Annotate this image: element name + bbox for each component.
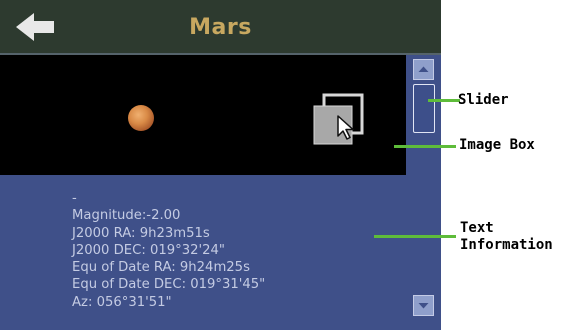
equ-date-ra-line: Equ of Date RA: 9h24m25s	[72, 260, 250, 276]
scroll-down-icon	[418, 303, 429, 309]
expand-view-icon[interactable]	[312, 92, 366, 146]
info-line: -	[72, 191, 77, 206]
image-box-callout-line	[394, 145, 456, 148]
planet-mars-image	[128, 105, 154, 131]
scroll-up-icon	[418, 66, 429, 72]
page-title: Mars	[189, 15, 252, 40]
text-info-callout-line	[374, 235, 456, 238]
title-bar: Mars	[0, 0, 441, 55]
slider-callout-label: Slider	[458, 92, 509, 108]
text-info-callout-label-2: Information	[460, 237, 553, 253]
vertical-scrollbar[interactable]	[406, 55, 441, 330]
magnitude-line: Magnitude:-2.00	[72, 208, 181, 224]
scroll-up-button[interactable]	[413, 59, 434, 80]
equ-date-dec-line: Equ of Date DEC: 019°31'45"	[72, 277, 266, 293]
slider-callout-line	[428, 99, 460, 102]
image-box	[0, 55, 406, 175]
text-info-callout-label-1: Text	[460, 220, 494, 236]
azimuth-line: Az: 056°31'51"	[72, 294, 172, 310]
text-information: - Magnitude:-2.00 J2000 RA: 9h23m51s J20…	[72, 190, 402, 311]
device-screen: Mars - Magnitude:-2.00 J2000 RA: 9h23m51…	[0, 0, 441, 330]
scrollbar-slider[interactable]	[413, 84, 435, 133]
j2000-dec-line: J2000 DEC: 019°32'24"	[72, 242, 225, 258]
j2000-ra-line: J2000 RA: 9h23m51s	[72, 225, 210, 241]
image-box-callout-label: Image Box	[459, 137, 535, 153]
scroll-down-button[interactable]	[413, 295, 434, 316]
